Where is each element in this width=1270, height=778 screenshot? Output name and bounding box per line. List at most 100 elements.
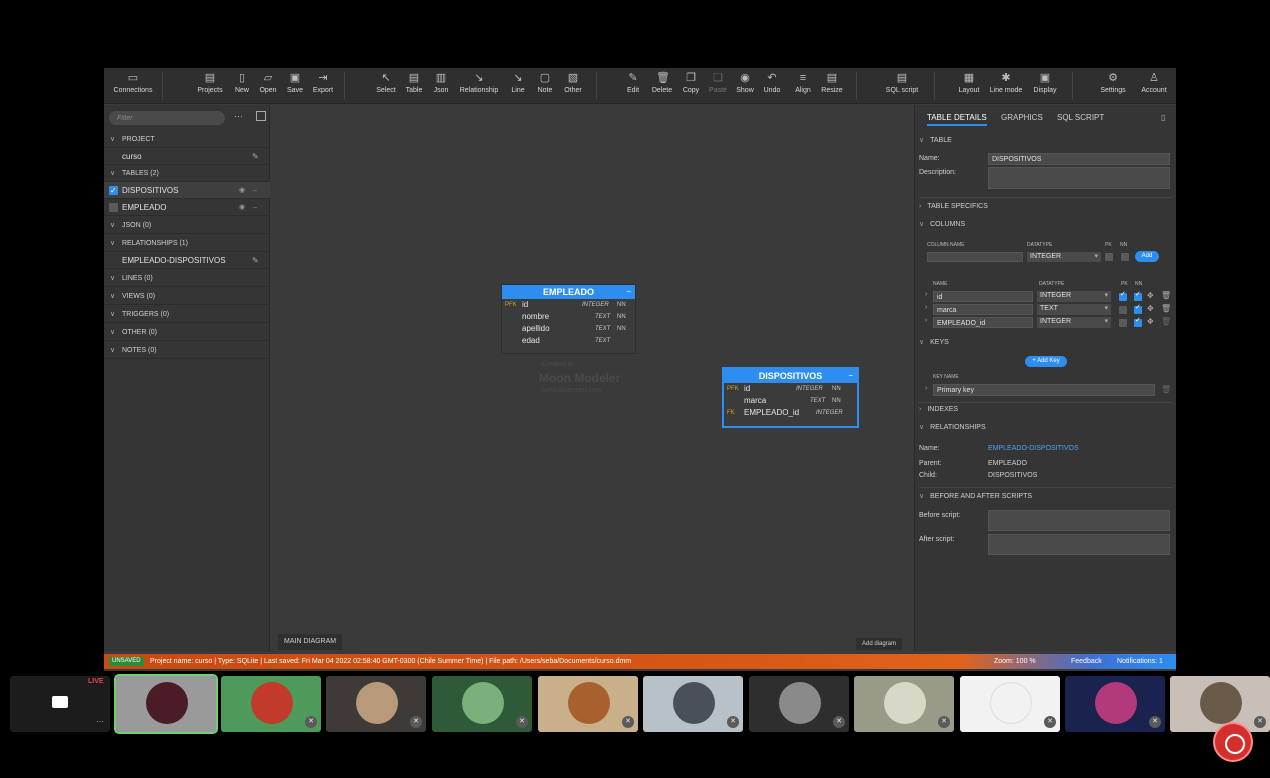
section-relationships[interactable]: ∨ RELATIONSHIPS (919, 423, 1173, 431)
column-pk-checkbox[interactable] (1119, 290, 1127, 301)
entity-column-row[interactable]: PFK id INTEGER NN (724, 383, 857, 395)
eye-icon[interactable]: ◉ (239, 182, 245, 199)
add-diagram-button[interactable]: Add diagram (856, 638, 903, 650)
chevron-right-icon[interactable]: › (925, 291, 927, 298)
section-other[interactable]: ∨ OTHER (0) (104, 324, 270, 341)
section-keys[interactable]: ∨ KEYS (919, 338, 1173, 346)
column-pk-checkbox[interactable] (1119, 319, 1127, 327)
eye-icon[interactable]: ◉ (239, 199, 245, 216)
section-lines[interactable]: ∨ LINES (0) (104, 270, 270, 287)
layout-button[interactable]: ▦ Layout (955, 70, 983, 102)
other-button[interactable]: ▧ Other (561, 70, 585, 102)
section-relationships[interactable]: ∨ RELATIONSHIPS (1) (104, 235, 270, 252)
panel-toggle-icon[interactable] (256, 111, 266, 121)
column-nn-checkbox[interactable] (1134, 303, 1142, 314)
relationship-link[interactable]: EMPLEADO-DISPOSITIVOS (988, 445, 1079, 452)
sql-script-button[interactable]: ▤ SQL script (882, 70, 922, 102)
add-column-button[interactable]: Add (1135, 251, 1159, 262)
after-script-input[interactable] (988, 534, 1170, 555)
notifications-link[interactable]: Notifications: 1 (1117, 654, 1163, 669)
resize-button[interactable]: ▤ Resize (819, 70, 845, 102)
relationship-item[interactable]: EMPLEADO-DISPOSITIVOS ✎ (104, 252, 270, 269)
section-json[interactable]: ∨ JSON (0) (104, 217, 270, 234)
section-indexes[interactable]: › INDEXES (919, 406, 1173, 413)
entity-column-row[interactable]: FK EMPLEADO_id INTEGER (724, 407, 857, 419)
entity-header[interactable]: DISPOSITIVOS – (724, 369, 857, 383)
table-item-dispositivos[interactable]: DISPOSITIVOS◉– (104, 182, 270, 199)
table-item-empleado[interactable]: EMPLEADO ◉ – (104, 199, 270, 216)
tab-table-details[interactable]: TABLE DETAILS (927, 113, 987, 126)
section-scripts[interactable]: ∨ BEFORE AND AFTER SCRIPTS (919, 492, 1173, 500)
table-checkbox[interactable] (109, 203, 118, 212)
edit-icon[interactable]: ✎ (252, 148, 259, 165)
column-name-input[interactable]: id (933, 291, 1033, 302)
column-name-input[interactable]: marca (933, 304, 1033, 315)
entity-column-row[interactable]: marca TEXT NN (724, 395, 857, 407)
entity-column-row[interactable]: apellido TEXT NN (502, 323, 635, 335)
account-button[interactable]: ♙ Account (1137, 70, 1171, 102)
participant-tile[interactable]: ✕ (538, 676, 638, 732)
before-script-input[interactable] (988, 510, 1170, 531)
description-input[interactable] (988, 167, 1170, 189)
drag-handle-icon[interactable]: ✥ (1147, 291, 1154, 300)
add-key-button[interactable]: + Add Key (1025, 356, 1067, 367)
save-button[interactable]: ▣ Save (284, 70, 306, 102)
section-table[interactable]: ∨ TABLE (919, 136, 1173, 144)
participant-tile[interactable]: ✕ (432, 676, 532, 732)
undo-button[interactable]: ↶ Undo (760, 70, 784, 102)
new-column-pk-checkbox[interactable] (1105, 253, 1113, 261)
participant-tile[interactable]: ✕ (749, 676, 849, 732)
entity-column-row[interactable]: PFK id INTEGER NN (502, 299, 635, 311)
column-name-input[interactable]: EMPLEADO_id (933, 317, 1033, 328)
section-tables[interactable]: ∨ TABLES (2) (104, 165, 270, 182)
column-datatype-select[interactable]: INTEGER (1037, 317, 1111, 328)
new-button[interactable]: ▯ New (232, 70, 252, 102)
panel-toggle-icon[interactable]: ▯ (1161, 113, 1165, 122)
filter-input[interactable] (109, 111, 225, 125)
table-button[interactable]: ▤ Table (403, 70, 425, 102)
new-column-nn-checkbox[interactable] (1121, 253, 1129, 261)
participant-tile[interactable] (114, 674, 218, 734)
tab-main-diagram[interactable]: MAIN DIAGRAM (278, 634, 343, 650)
column-datatype-select[interactable]: INTEGER (1037, 291, 1111, 302)
collapse-icon[interactable]: – (849, 369, 853, 383)
json-button[interactable]: ▥ Json (430, 70, 452, 102)
line-button[interactable]: ↘ Line (507, 70, 529, 102)
section-project[interactable]: ∨ PROJECT (104, 131, 270, 148)
trash-icon[interactable]: 🗑 (1161, 291, 1171, 300)
participant-tile[interactable]: ✕ (1065, 676, 1165, 732)
note-button[interactable]: ▢ Note (534, 70, 556, 102)
collapse-icon[interactable]: – (627, 285, 631, 299)
trash-icon[interactable]: 🗑 (1161, 317, 1171, 326)
export-button[interactable]: ⇥ Export (310, 70, 336, 102)
tab-sql-script[interactable]: SQL SCRIPT (1057, 113, 1104, 122)
show-button[interactable]: ◉ Show (733, 70, 757, 102)
entity-column-row[interactable]: nombre TEXT NN (502, 311, 635, 323)
more-icon[interactable]: ··· (96, 717, 104, 726)
participant-tile[interactable]: ✕ (643, 676, 743, 732)
drag-handle-icon[interactable]: ✥ (1147, 317, 1154, 326)
participant-tile[interactable]: ✕ (854, 676, 954, 732)
participant-tile[interactable]: ✕ (326, 676, 426, 732)
line-mode-button[interactable]: ✱ Line mode (986, 70, 1026, 102)
chevron-right-icon[interactable]: › (925, 385, 927, 392)
open-button[interactable]: ▱ Open (257, 70, 279, 102)
entity-dispositivos[interactable]: DISPOSITIVOS – PFK id INTEGER NN marca TEXT NN… (722, 367, 859, 428)
table-checkbox[interactable] (109, 182, 118, 199)
trash-icon[interactable]: 🗑 (1161, 304, 1171, 313)
column-datatype-select[interactable]: TEXT (1037, 304, 1111, 315)
paste-button[interactable]: ❏ Paste (707, 70, 729, 102)
section-triggers[interactable]: ∨ TRIGGERS (0) (104, 306, 270, 323)
display-button[interactable]: ▣ Display (1030, 70, 1060, 102)
column-nn-checkbox[interactable] (1134, 316, 1142, 327)
edit-button[interactable]: ✎ Edit (622, 70, 644, 102)
chevron-right-icon[interactable]: › (925, 304, 927, 311)
entity-empleado[interactable]: EMPLEADO – PFK id INTEGER NN nombre TEXT NN ap… (501, 284, 636, 354)
participant-tile[interactable]: ✕ (221, 676, 321, 732)
participant-tile[interactable]: ✕ (960, 676, 1060, 732)
relationship-button[interactable]: ↘ Relationship (456, 70, 502, 102)
more-options-icon[interactable]: ··· (234, 111, 243, 121)
entity-column-row[interactable]: edad TEXT (502, 335, 635, 347)
settings-button[interactable]: ⚙ Settings (1096, 70, 1130, 102)
participant-tile[interactable]: ✕ (1170, 676, 1270, 732)
